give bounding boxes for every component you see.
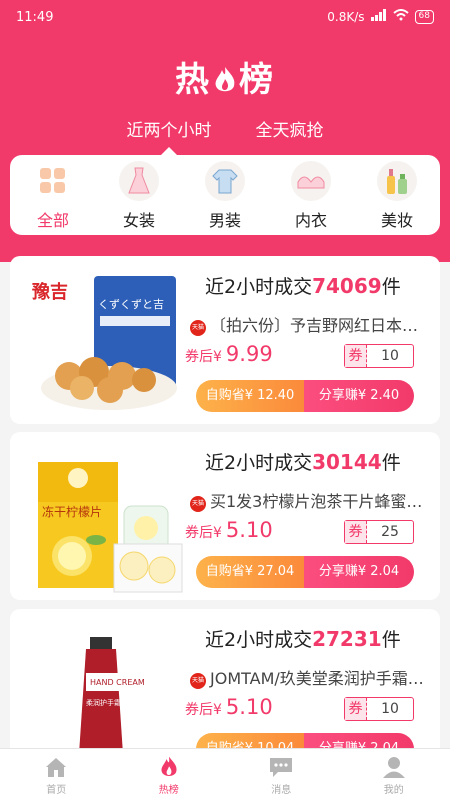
product-name[interactable]: 天猫买1发3柠檬片泡茶干片蜂蜜冻干柠檬片: [190, 488, 430, 512]
category-underwear[interactable]: 内衣: [271, 155, 351, 235]
range-tabs: 近两个小时 全天疯抢: [0, 116, 450, 155]
signal-icon: [370, 9, 387, 24]
price-label: 券后¥: [185, 525, 222, 541]
package-text: 冻干柠檬片: [42, 504, 102, 519]
price-label: 券后¥: [185, 349, 222, 365]
wifi-icon: [392, 9, 409, 24]
coupon-label: 券: [345, 698, 367, 720]
tab-all-day[interactable]: 全天疯抢: [256, 116, 324, 149]
category-label: 男装: [208, 211, 241, 230]
tab-label: 热榜: [158, 785, 179, 796]
category-men[interactable]: 男装: [185, 155, 265, 235]
battery-icon: 68: [414, 9, 434, 24]
tab-two-hours[interactable]: 近两个小时: [127, 116, 212, 155]
action-buttons: 自购省¥ 12.40 分享赚¥ 2.40: [196, 380, 414, 412]
category-panel: 全部 女装 男装 内衣 美妆: [10, 155, 440, 235]
self-buy-button[interactable]: 自购省¥ 12.40: [196, 380, 304, 412]
tab-label: 首页: [46, 785, 67, 796]
tmall-badge-icon: 天猫: [190, 673, 206, 689]
share-earn-button[interactable]: 分享赚¥ 2.04: [304, 556, 414, 588]
sales-prefix: 近2小时成交: [205, 276, 313, 298]
sales-prefix: 近2小时成交: [205, 629, 313, 651]
package-text: くずくずと吉: [98, 298, 164, 311]
coupon-value: 25: [381, 524, 399, 540]
product-title: JOMTAM/玖美堂柔润护手霜保湿滋润: [210, 669, 430, 688]
tab-hot-list[interactable]: 热榜: [113, 749, 226, 800]
action-buttons: 自购省¥ 27.04 分享赚¥ 2.04: [196, 556, 414, 588]
category-label: 内衣: [294, 211, 327, 230]
category-label: 美妆: [380, 211, 413, 230]
status-bar: 11:49 0.8K/s 68: [0, 0, 450, 36]
coupon-tag[interactable]: 券 10: [344, 344, 414, 368]
coupon-tag[interactable]: 券 25: [344, 520, 414, 544]
price: 券后¥ 5.10: [185, 695, 273, 719]
coupon-label: 券: [345, 345, 367, 367]
product-image[interactable]: 冻干柠檬片: [24, 444, 184, 594]
sales-number: 74069: [312, 274, 382, 298]
sales-count: 近2小时成交30144件: [205, 448, 401, 475]
coupon-label: 券: [345, 521, 367, 543]
sales-unit: 件: [381, 629, 401, 651]
sales-count: 近2小时成交74069件: [205, 272, 401, 299]
flame-icon: [113, 755, 226, 779]
category-label: 全部: [36, 211, 69, 230]
tab-label: 我的: [383, 785, 404, 796]
bra-icon: [291, 161, 331, 201]
flame-icon: [215, 67, 235, 92]
package-text: 柔润护手霜: [86, 698, 121, 707]
coupon-value: 10: [381, 348, 399, 364]
price: 券后¥ 5.10: [185, 518, 273, 542]
price-value: 5.10: [225, 695, 273, 719]
brand-logo-text: 豫吉: [32, 281, 68, 303]
sales-prefix: 近2小时成交: [205, 452, 313, 474]
sales-unit: 件: [381, 452, 401, 474]
self-buy-button[interactable]: 自购省¥ 27.04: [196, 556, 304, 588]
tab-messages[interactable]: 消息: [225, 749, 338, 800]
share-earn-button[interactable]: 分享赚¥ 2.40: [304, 380, 414, 412]
price-value: 5.10: [225, 518, 273, 542]
tab-profile[interactable]: 我的: [338, 749, 450, 800]
title-right: 榜: [239, 60, 275, 100]
user-icon: [338, 755, 450, 779]
product-name[interactable]: 天猫JOMTAM/玖美堂柔润护手霜保湿滋润: [190, 665, 430, 689]
category-women[interactable]: 女装: [99, 155, 179, 235]
coupon-value: 10: [381, 701, 399, 717]
product-card[interactable]: 冻干柠檬片 近2小时成交30144件 天猫买1发3柠檬片泡茶干片蜂蜜冻干柠檬片 …: [10, 432, 440, 600]
price-value: 9.99: [225, 342, 273, 366]
page-title: 热榜: [0, 52, 450, 101]
home-icon: [0, 755, 113, 779]
product-title: 〔拍六份〕予吉野网红日本进口小圆饼干: [210, 316, 430, 335]
product-card[interactable]: 豫吉 くずくずと吉 近2小时成交74069件 天猫〔拍六份〕予吉野网红日本进口小…: [10, 256, 440, 424]
price-label: 券后¥: [185, 702, 222, 718]
package-subtext: HAND CREAM: [90, 678, 145, 687]
tab-home[interactable]: 首页: [0, 749, 113, 800]
category-label: 女装: [122, 211, 155, 230]
status-indicators: 0.8K/s 68: [327, 9, 434, 24]
price: 券后¥ 9.99: [185, 342, 273, 366]
product-title: 买1发3柠檬片泡茶干片蜂蜜冻干柠檬片: [210, 492, 430, 511]
product-name[interactable]: 天猫〔拍六份〕予吉野网红日本进口小圆饼干: [190, 312, 430, 336]
grid-icon: [33, 161, 73, 201]
tmall-badge-icon: 天猫: [190, 496, 206, 512]
header-banner: 11:49 0.8K/s 68 热榜 近两个小时 全天疯抢 全部 女装 男装 内…: [0, 0, 450, 262]
bottom-tab-bar: 首页 热榜 消息 我的: [0, 748, 450, 800]
category-all[interactable]: 全部: [13, 155, 93, 235]
category-makeup[interactable]: 美妆: [357, 155, 437, 235]
status-time: 11:49: [16, 10, 54, 25]
message-icon: [225, 755, 338, 779]
network-speed: 0.8K/s: [327, 9, 365, 24]
coupon-tag[interactable]: 券 10: [344, 697, 414, 721]
dress-icon: [119, 161, 159, 201]
sales-unit: 件: [381, 276, 401, 298]
tmall-badge-icon: 天猫: [190, 320, 206, 336]
sales-number: 30144: [312, 450, 382, 474]
product-image[interactable]: 豫吉 くずくずと吉: [24, 268, 184, 418]
tab-label: 消息: [271, 785, 292, 796]
cosmetics-icon: [377, 161, 417, 201]
sales-number: 27231: [312, 627, 382, 651]
shirt-icon: [205, 161, 245, 201]
sales-count: 近2小时成交27231件: [205, 625, 401, 652]
title-left: 热: [175, 60, 211, 100]
